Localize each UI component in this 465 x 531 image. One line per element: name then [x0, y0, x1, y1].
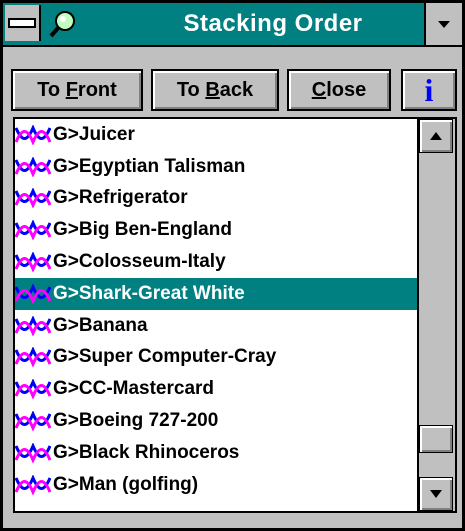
list-item-label: G>Banana [53, 314, 148, 336]
list-item-label: G>CC-Mastercard [53, 378, 215, 400]
group-icon [15, 283, 53, 305]
list-item-label: G>Refrigerator [53, 187, 188, 209]
arrow-up-icon [430, 132, 442, 140]
list-item[interactable]: G>Banana [15, 310, 419, 342]
group-icon [15, 124, 53, 146]
group-icon [15, 410, 53, 432]
list-item-label: G>Boeing 727-200 [53, 410, 219, 432]
list-item[interactable]: G>Man (golfing) [15, 469, 419, 501]
group-icon [15, 251, 53, 273]
list-item-label: G>Colosseum-Italy [53, 251, 226, 273]
list-item-label: G>Super Computer-Cray [53, 346, 277, 368]
list-item[interactable]: G>Shark-Great White [15, 277, 419, 310]
stacking-order-window: Stacking Order To Front To Back Close i … [0, 0, 465, 531]
list-item[interactable]: G>Juicer [15, 119, 419, 151]
list-item-label: G>Man (golfing) [53, 473, 199, 495]
list-item-label: G>Shark-Great White [53, 282, 245, 304]
list-item[interactable]: G>Big Ben-England [15, 214, 419, 246]
to-back-label-rest: ack [219, 78, 254, 101]
group-icon [15, 442, 53, 464]
group-icon [15, 346, 53, 368]
list-item-label: G>Egyptian Talisman [53, 155, 246, 177]
group-icon [15, 474, 53, 496]
group-icon [15, 378, 53, 400]
group-icon [15, 187, 53, 209]
chevron-down-icon[interactable] [424, 3, 462, 45]
close-accelerator: C [311, 78, 327, 101]
list-rows: G>Juicer G>Egyptian Talisman G>Refrigerato… [15, 119, 419, 501]
group-icon [15, 156, 53, 178]
group-icon [15, 219, 53, 241]
scroll-down-button[interactable] [419, 477, 453, 511]
to-front-accelerator: F [65, 78, 78, 101]
to-front-label-prefix: To [37, 78, 66, 101]
list-item[interactable]: G>Egyptian Talisman [15, 151, 419, 183]
system-menu-icon[interactable] [5, 5, 41, 41]
title-bar[interactable]: Stacking Order [3, 3, 462, 47]
list-item[interactable]: G>Colosseum-Italy [15, 246, 419, 278]
stacking-list[interactable]: G>Juicer G>Egyptian Talisman G>Refrigerato… [13, 117, 457, 513]
close-label-rest: lose [326, 78, 367, 101]
list-item[interactable]: G>Super Computer-Cray [15, 342, 419, 374]
list-item[interactable]: G>Refrigerator [15, 183, 419, 215]
list-item[interactable]: G>Boeing 727-200 [15, 405, 419, 437]
to-front-label-rest: ront [77, 78, 117, 101]
scroll-thumb[interactable] [419, 425, 453, 454]
arrow-down-icon [430, 490, 442, 498]
to-back-accelerator: B [205, 78, 220, 101]
list-item-label: G>Big Ben-England [53, 219, 232, 241]
to-back-label-prefix: To [176, 78, 206, 101]
to-front-button[interactable]: To Front [11, 69, 143, 111]
list-item[interactable]: G>Black Rhinoceros [15, 437, 419, 469]
list-item-label: G>Juicer [53, 123, 135, 145]
close-button[interactable]: Close [287, 69, 391, 111]
window-title: Stacking Order [183, 10, 363, 37]
scroll-up-button[interactable] [419, 119, 453, 153]
magnifier-icon [43, 6, 83, 42]
info-icon: i [424, 71, 434, 108]
group-icon [15, 315, 53, 337]
list-item[interactable]: G>CC-Mastercard [15, 373, 419, 405]
list-item-label: G>Black Rhinoceros [53, 441, 240, 463]
info-button[interactable]: i [401, 69, 457, 111]
vertical-scrollbar[interactable] [417, 119, 455, 511]
to-back-button[interactable]: To Back [151, 69, 279, 111]
